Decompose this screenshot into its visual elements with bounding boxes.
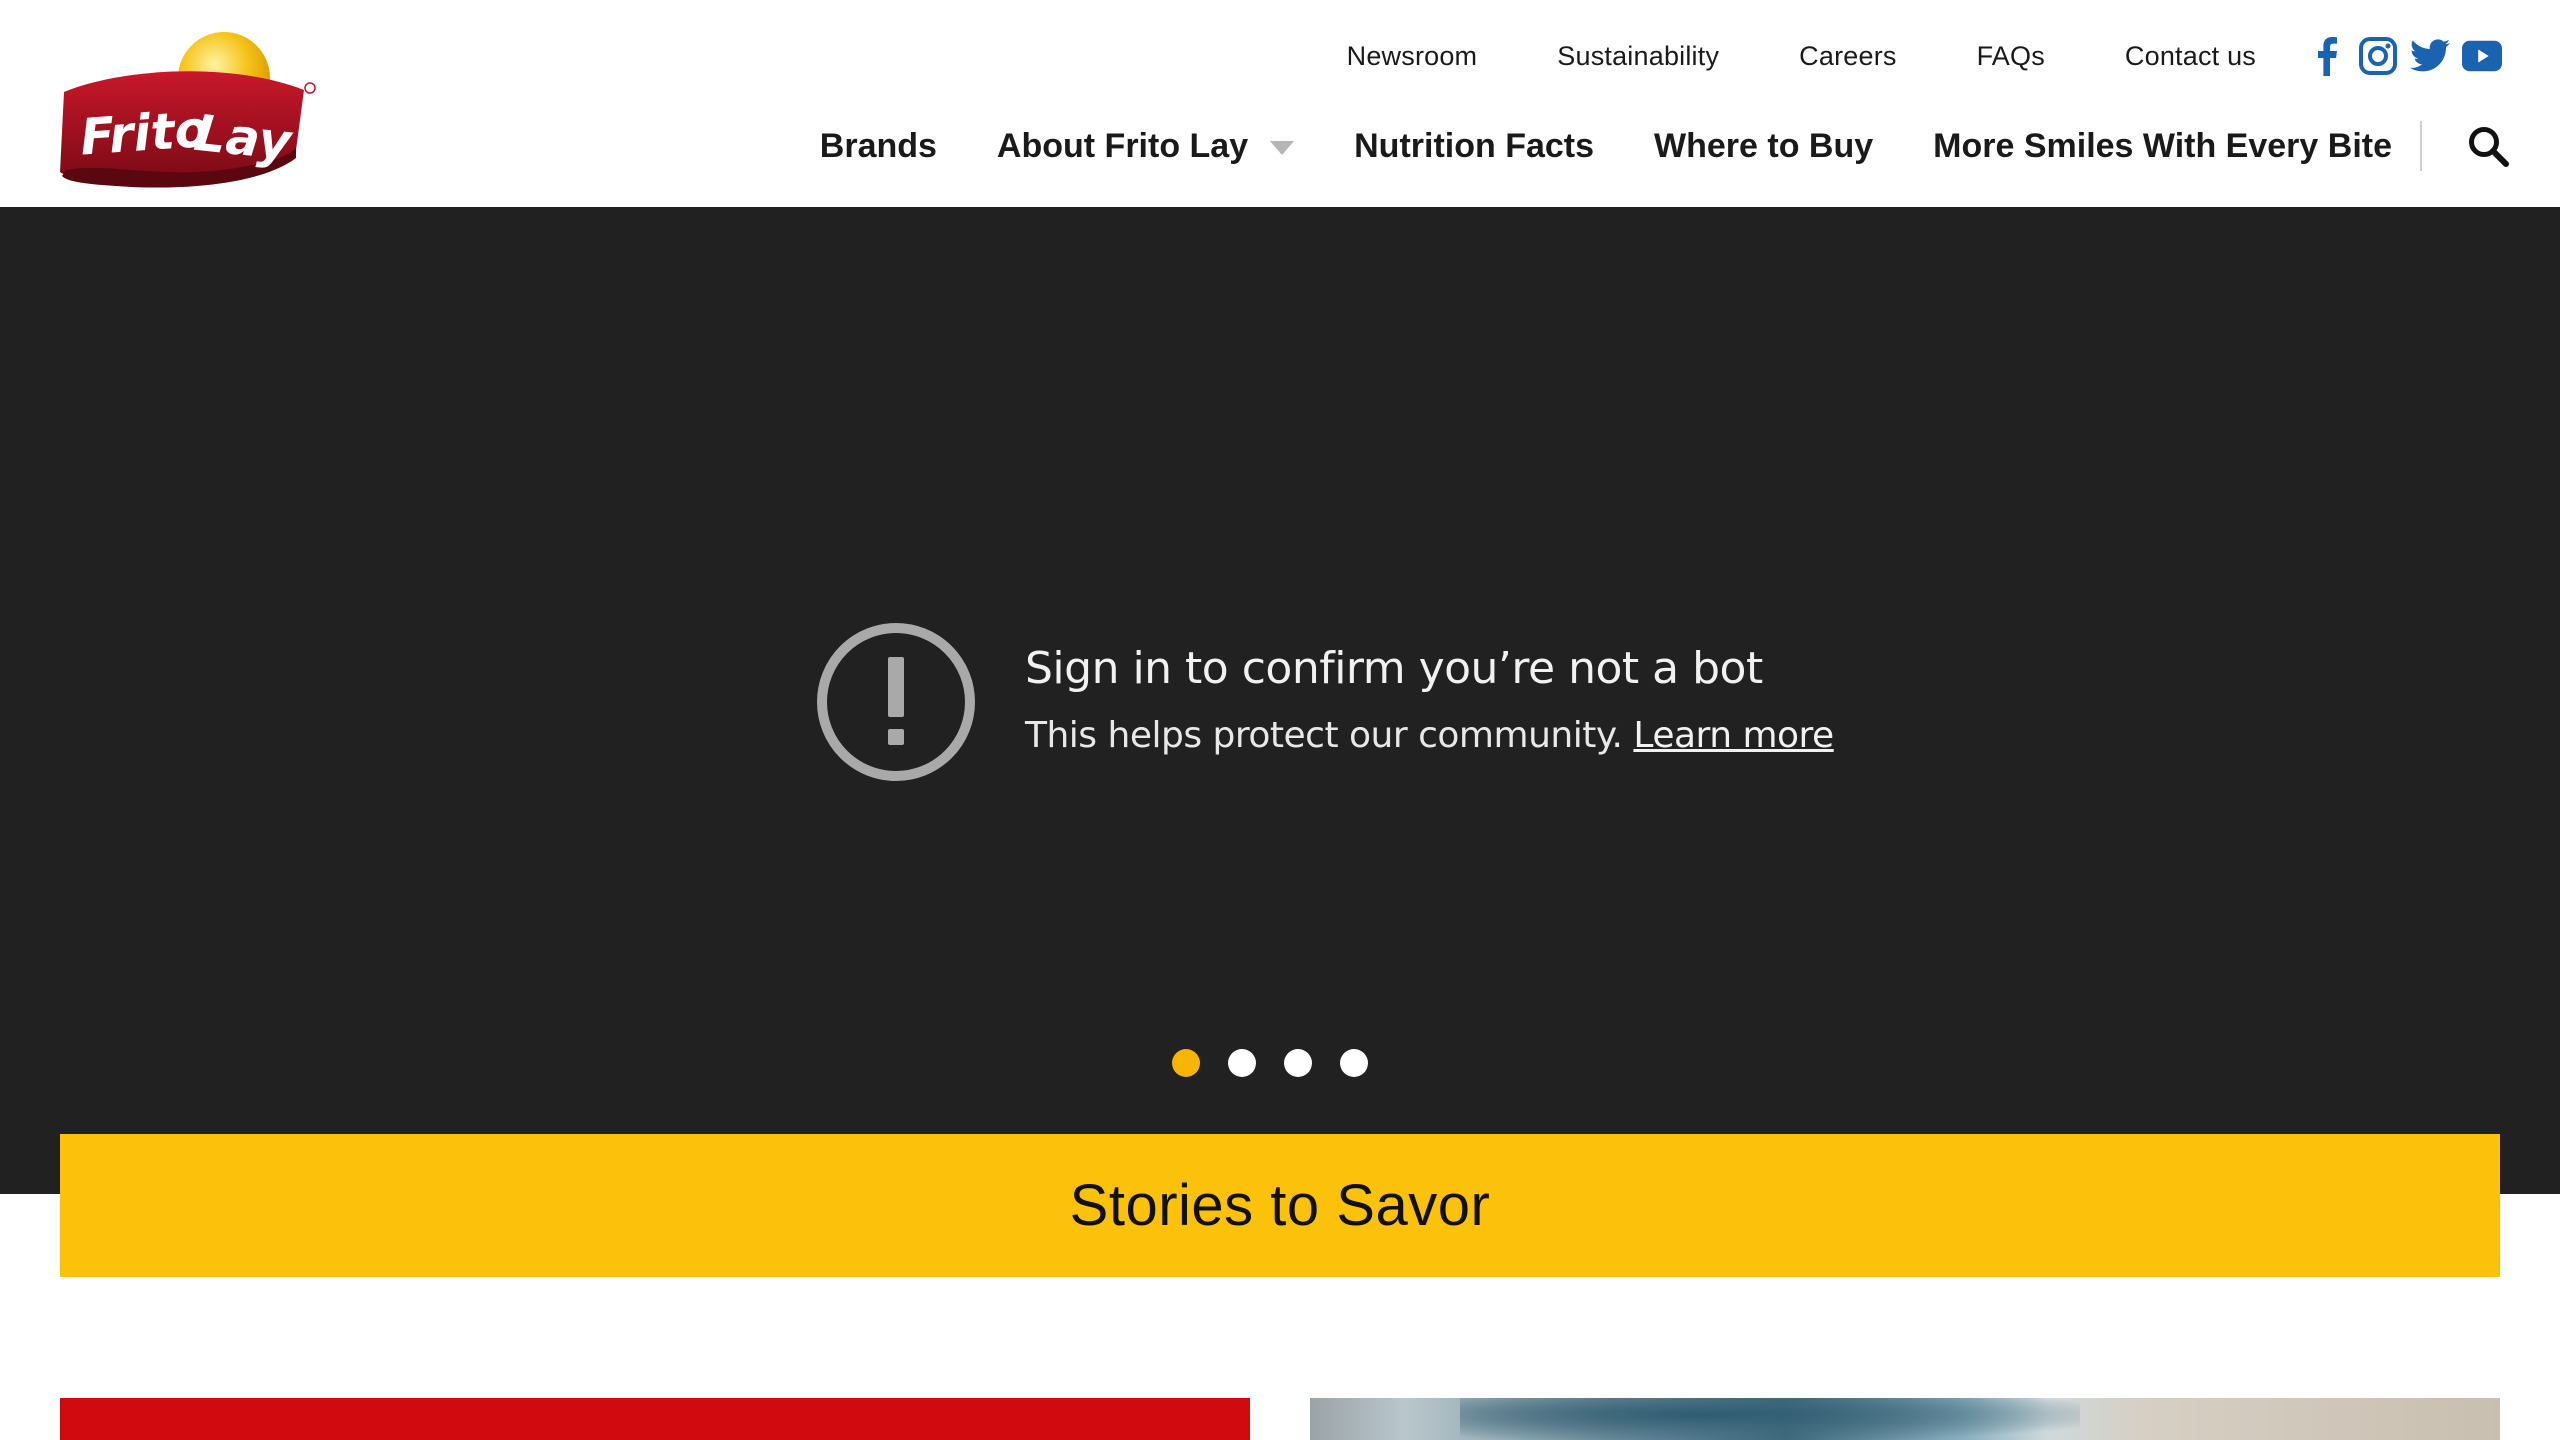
nav-item-where-to-buy[interactable]: Where to Buy [1654, 127, 1873, 166]
alert-icon [817, 623, 975, 781]
nav-item-more-smiles[interactable]: More Smiles With Every Bite [1933, 127, 2392, 166]
bot-check-title: Sign in to confirm you’re not a bot [1025, 643, 1763, 694]
utility-link-careers[interactable]: Careers [1799, 41, 1896, 72]
learn-more-link[interactable]: Learn more [1633, 715, 1834, 756]
utility-link-contact[interactable]: Contact us [2125, 41, 2256, 72]
instagram-icon[interactable] [2358, 36, 2398, 76]
chevron-down-icon[interactable] [1270, 141, 1295, 155]
search-icon [2469, 127, 2509, 167]
utility-link-newsroom[interactable]: Newsroom [1347, 41, 1478, 72]
nav-item-brands[interactable]: Brands [820, 127, 937, 166]
utility-nav: Newsroom Sustainability Careers FAQs Con… [1347, 34, 2560, 78]
stories-banner: Stories to Savor [60, 1134, 2500, 1277]
nav-divider [2420, 121, 2422, 171]
bot-check-text: This helps protect our community. [1025, 715, 1623, 756]
story-card-right[interactable] [1310, 1398, 2500, 1440]
facebook-icon[interactable] [2306, 36, 2346, 76]
carousel-dot-1[interactable] [1172, 1049, 1200, 1077]
bot-check-subtitle: This helps protect our community. Learn … [1025, 715, 1834, 756]
carousel-dots [1172, 1048, 1368, 1078]
story-card-left[interactable] [60, 1398, 1250, 1440]
youtube-icon[interactable] [2462, 36, 2502, 76]
nav-item-label: More Smiles With Every Bite [1933, 126, 2392, 165]
nav-item-label: About Frito Lay [996, 126, 1249, 165]
nav-item-label: Nutrition Facts [1354, 126, 1595, 165]
carousel-dot-4[interactable] [1340, 1049, 1368, 1077]
nav-item-about[interactable]: About Frito Lay [996, 126, 1295, 166]
utility-link-faqs[interactable]: FAQs [1977, 41, 2045, 72]
search-button[interactable] [2466, 124, 2510, 168]
main-nav: Brands About Frito Lay Nutrition Facts W… [820, 118, 2560, 174]
story-card-image [1460, 1398, 2080, 1440]
twitter-icon[interactable] [2410, 36, 2450, 76]
fritolay-logo[interactable]: Frito Lay [56, 30, 322, 190]
bot-check-message: Sign in to confirm you’re not a bot This… [815, 621, 1834, 781]
nav-item-label: Where to Buy [1654, 126, 1874, 165]
social-links [2306, 36, 2502, 76]
svg-text:Lay: Lay [192, 104, 297, 172]
nav-item-label: Brands [819, 126, 937, 165]
site-header: Frito Lay Newsroom Sustainability Career… [0, 0, 2560, 207]
nav-item-nutrition[interactable]: Nutrition Facts [1354, 127, 1594, 166]
utility-link-sustainability[interactable]: Sustainability [1557, 41, 1719, 72]
stories-title: Stories to Savor [1069, 1173, 1491, 1238]
carousel-dot-3[interactable] [1284, 1049, 1312, 1077]
carousel-dot-2[interactable] [1228, 1049, 1256, 1077]
hero-video[interactable]: Sign in to confirm you’re not a bot This… [0, 207, 2560, 1194]
svg-text:Frito: Frito [78, 100, 210, 167]
